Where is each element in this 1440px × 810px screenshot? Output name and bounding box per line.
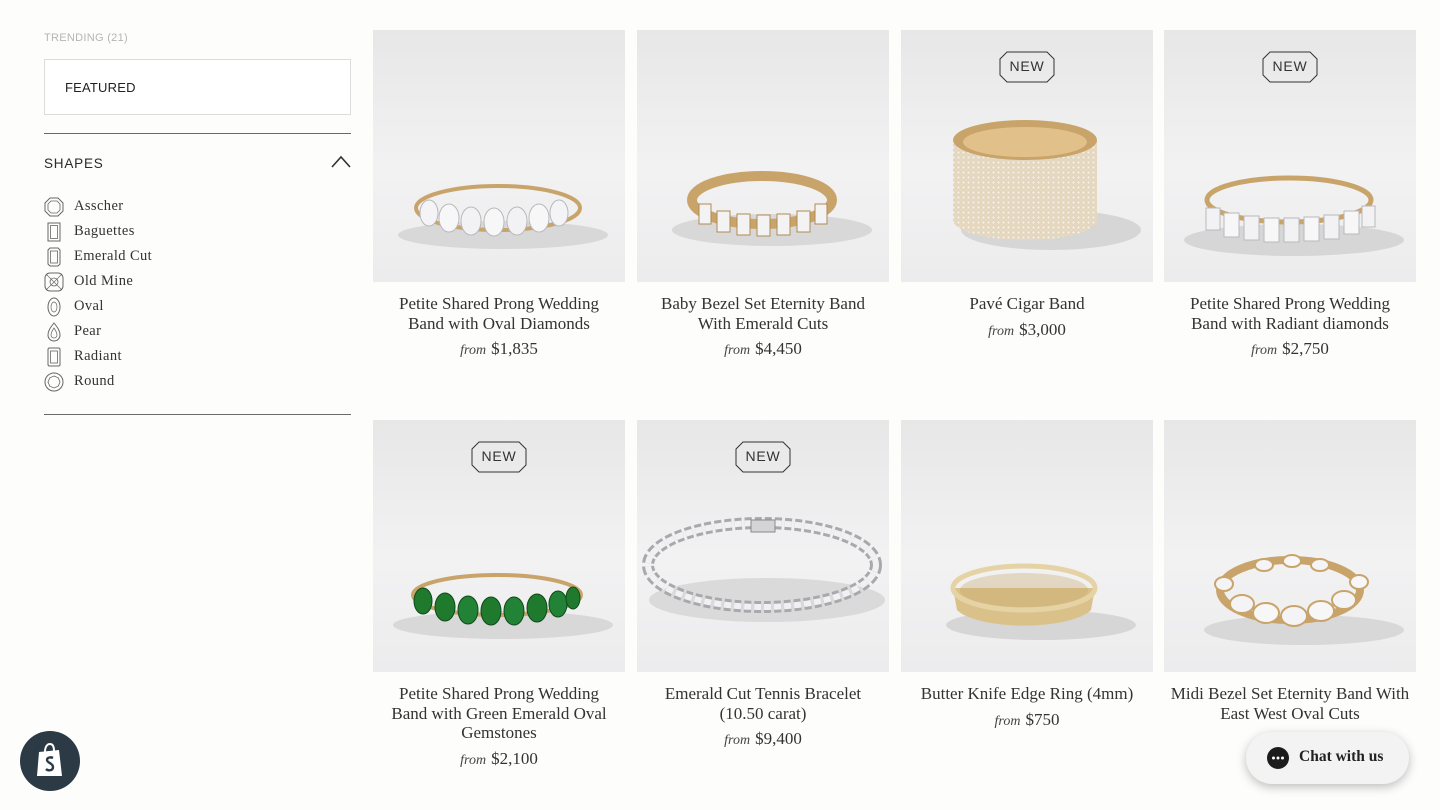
product-card[interactable]: Midi Bezel Set Eternity Band With East W… [1164,420,1416,749]
product-price: from $1,835 [460,339,538,358]
new-badge: NEW [471,441,527,473]
oval-diamond-band-image [398,184,608,249]
product-name: Petite Shared Prong Wedding Band with Gr… [391,684,607,742]
shape-label: Baguettes [74,223,135,239]
product-card[interactable]: NEW Pavé Cigar Band from $3,000 [901,30,1153,340]
chat-label: Chat with us [1299,748,1384,765]
shape-label: Old Mine [74,273,134,289]
product-image[interactable] [373,30,625,282]
oval-bezel-eternity-image [1204,554,1404,645]
product-price: from $3,000 [988,319,1066,339]
shape-option-emerald-cut[interactable]: Emerald Cut [44,244,152,269]
shape-label: Pear [74,323,102,339]
new-badge: NEW [999,51,1055,83]
shape-option-radiant[interactable]: Radiant [44,344,152,369]
product-name: Petite Shared Prong Wedding Band with Ra… [1190,294,1390,333]
product-price: from $9,400 [724,729,802,748]
shape-option-pear[interactable]: Pear [44,319,152,344]
shapes-list: Asscher Baguettes Emerald Cut Old Mine O… [44,194,152,394]
shape-option-asscher[interactable]: Asscher [44,194,152,219]
shape-label: Oval [74,298,104,314]
shapes-filter-toggle[interactable]: SHAPES [44,155,351,175]
shape-option-oval[interactable]: Oval [44,294,152,319]
old-mine-icon [44,272,64,291]
shape-label: Emerald Cut [74,248,153,264]
product-card[interactable]: Petite Shared Prong Wedding Band with Ov… [373,30,625,359]
shapes-heading: SHAPES [44,156,104,171]
product-name: Butter Knife Edge Ring (4mm) [920,684,1134,703]
emerald-cut-icon [47,247,61,266]
trending-count: TRENDING (21) [44,32,128,44]
oval-icon [47,297,61,316]
radiant-icon [47,347,61,366]
chat-widget-button[interactable]: Chat with us [1246,732,1409,784]
pear-icon [47,321,61,341]
shopify-bag-icon [37,743,62,776]
product-name: Emerald Cut Tennis Bracelet (10.50 carat… [664,684,862,723]
product-image[interactable]: NEW [901,30,1153,282]
product-image[interactable] [901,420,1153,672]
sort-select-value: FEATURED [65,80,136,95]
product-name: Midi Bezel Set Eternity Band With East W… [1170,684,1410,723]
product-image[interactable] [1164,420,1416,672]
shape-label: Radiant [74,348,122,364]
product-image[interactable]: NEW [637,420,889,672]
shopify-badge[interactable] [20,731,80,791]
baguette-icon [47,222,61,241]
divider [44,133,351,134]
shape-option-round[interactable]: Round [44,369,152,394]
product-card[interactable]: NEW Petite Shared Prong Wedding Band wit… [373,420,625,769]
shape-label: Asscher [74,198,124,214]
product-name: Baby Bezel Set Eternity Band With Emeral… [661,294,865,333]
product-price: from $4,450 [724,339,802,358]
sort-select[interactable]: FEATURED [44,59,351,115]
product-card[interactable]: Butter Knife Edge Ring (4mm) from $750 [901,420,1153,730]
product-image[interactable] [637,30,889,282]
shape-label: Round [74,373,115,389]
chevron-up-icon [331,155,351,168]
product-image[interactable]: NEW [373,420,625,672]
product-price: from $750 [994,709,1060,729]
product-name: Pavé Cigar Band [969,294,1085,313]
product-card[interactable]: NEW Emerald Cut Tennis Bracelet (10.50 c… [637,420,889,749]
shape-option-baguettes[interactable]: Baguettes [44,219,152,244]
product-image[interactable]: NEW [1164,30,1416,282]
product-price: from $2,100 [460,748,538,768]
new-badge: NEW [735,441,791,473]
bezel-eternity-band-image [672,171,872,246]
round-icon [44,372,64,391]
product-price: from $2,750 [1251,339,1329,358]
chat-bubble-icon [1267,747,1289,769]
product-card[interactable]: Baby Bezel Set Eternity Band With Emeral… [637,30,889,359]
butter-knife-ring-image [946,563,1136,640]
product-name: Petite Shared Prong Wedding Band with Ov… [399,294,599,333]
shape-option-old-mine[interactable]: Old Mine [44,269,152,294]
new-badge: NEW [1262,51,1318,83]
asscher-icon [44,197,64,216]
product-card[interactable]: NEW Petite Shared Prong Wedding Band wit… [1164,30,1416,359]
divider [44,414,351,415]
